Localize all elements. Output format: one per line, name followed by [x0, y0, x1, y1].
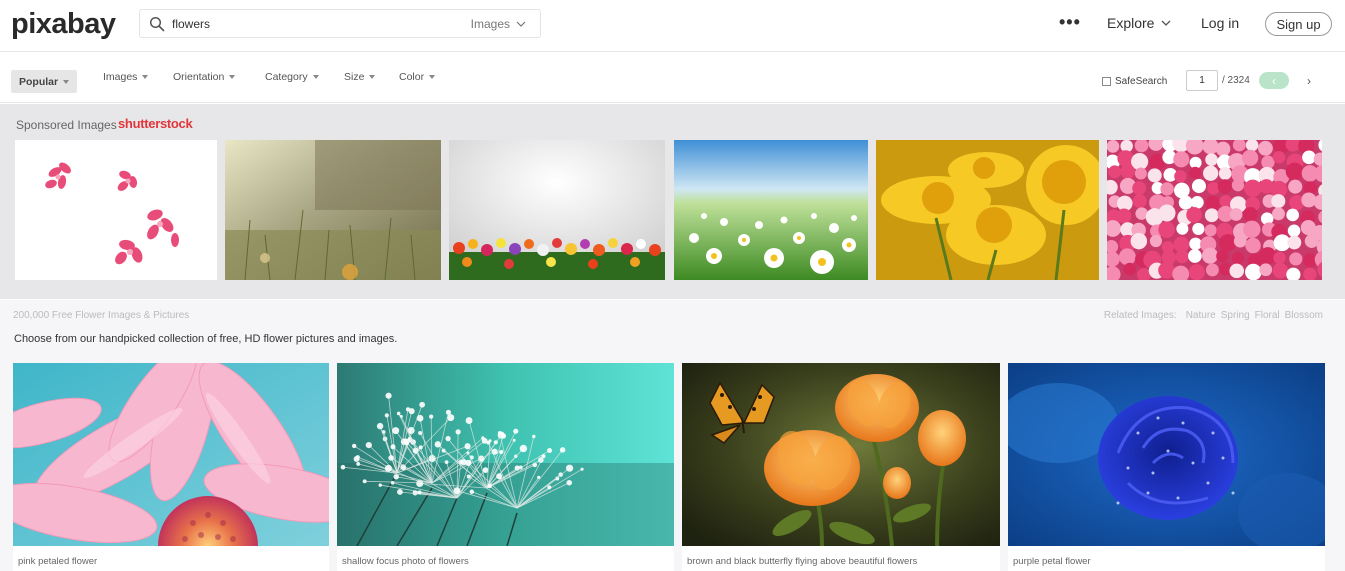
filter-label: Popular [19, 75, 59, 88]
caret-down-icon [63, 79, 70, 84]
search-input[interactable] [172, 14, 462, 34]
sponsored-section: Sponsored Images shutterstock [0, 104, 1345, 299]
search-type-dropdown[interactable]: Images [471, 17, 526, 31]
related-images: Related Images: Nature Spring Floral Blo… [1104, 310, 1323, 321]
search-box[interactable]: Images [139, 9, 541, 38]
safesearch-checkbox[interactable] [1102, 77, 1111, 86]
signup-button[interactable]: Sign up [1265, 12, 1332, 36]
page-number-input[interactable]: 1 [1186, 70, 1218, 91]
filter-size-dropdown[interactable]: Size [344, 71, 376, 83]
result-image[interactable] [682, 363, 1000, 546]
chevron-down-icon [516, 21, 526, 27]
caret-down-icon [142, 75, 149, 79]
caret-down-icon [229, 75, 236, 79]
filter-label: Color [399, 71, 425, 83]
sponsored-label: Sponsored Images [16, 118, 117, 132]
related-link-nature[interactable]: Nature [1186, 310, 1216, 321]
chevron-down-icon [1161, 20, 1171, 26]
safesearch-label: SafeSearch [1115, 76, 1168, 87]
sponsored-image[interactable] [1107, 140, 1322, 280]
carnations-pattern [1107, 140, 1322, 280]
caret-down-icon [429, 75, 436, 79]
image-card[interactable]: pink petaled flower [13, 363, 329, 571]
sort-popular-dropdown[interactable]: Popular [11, 70, 78, 93]
dandelion-drawing [337, 363, 674, 546]
filter-bar: Popular Images Orientation Category Size… [0, 53, 1345, 103]
shutterstock-logo[interactable]: shutterstock [118, 116, 193, 131]
image-card[interactable]: shallow focus photo of flowers [337, 363, 674, 571]
filter-color-dropdown[interactable]: Color [399, 71, 436, 83]
prev-page-button[interactable]: ‹ [1259, 72, 1289, 89]
search-type-label: Images [470, 17, 510, 31]
caret-down-icon [369, 75, 376, 79]
top-header: pixabay Images ••• Explore Log in Sign u… [0, 0, 1345, 52]
image-caption: shallow focus photo of flowers [337, 546, 674, 571]
result-image[interactable] [1008, 363, 1325, 546]
filter-images-dropdown[interactable]: Images [103, 71, 149, 83]
filter-label: Orientation [173, 71, 225, 83]
sponsored-image[interactable] [449, 140, 665, 280]
sponsored-image[interactable] [15, 140, 217, 280]
related-label: Related Images: [1103, 310, 1177, 321]
related-link-spring[interactable]: Spring [1221, 310, 1250, 321]
result-image[interactable] [337, 363, 674, 546]
filter-label: Category [265, 71, 308, 83]
image-caption: purple petal flower [1008, 546, 1325, 571]
results-section: 200,000 Free Flower Images & Pictures Re… [0, 300, 1345, 571]
explore-label: Explore [1107, 15, 1155, 31]
related-link-floral[interactable]: Floral [1255, 310, 1280, 321]
sponsored-image[interactable] [674, 140, 868, 280]
safesearch-toggle[interactable]: SafeSearch [1102, 76, 1167, 87]
image-caption: pink petaled flower [13, 546, 329, 571]
results-count: 200,000 Free Flower Images & Pictures [13, 310, 190, 321]
login-link[interactable]: Log in [1201, 15, 1239, 31]
filter-label: Images [103, 71, 138, 83]
page-total: / 2324 [1222, 75, 1250, 86]
related-link-blossom[interactable]: Blossom [1285, 310, 1323, 321]
caret-down-icon [312, 75, 319, 79]
filter-orientation-dropdown[interactable]: Orientation [173, 71, 236, 83]
image-card[interactable]: brown and black butterfly flying above b… [682, 363, 1000, 571]
sponsored-image[interactable] [225, 140, 441, 280]
search-icon[interactable] [149, 16, 165, 32]
filter-label: Size [344, 71, 365, 83]
results-description: Choose from our handpicked collection of… [14, 333, 398, 345]
explore-menu[interactable]: Explore [1107, 15, 1171, 31]
more-menu-button[interactable]: ••• [1059, 12, 1081, 32]
pixabay-logo[interactable]: pixabay [11, 9, 116, 39]
sponsored-image[interactable] [876, 140, 1099, 280]
image-caption: brown and black butterfly flying above b… [682, 546, 1000, 571]
next-page-button[interactable]: › [1300, 73, 1318, 89]
result-image[interactable] [13, 363, 329, 546]
filter-category-dropdown[interactable]: Category [265, 71, 319, 83]
image-card[interactable]: purple petal flower [1008, 363, 1325, 571]
